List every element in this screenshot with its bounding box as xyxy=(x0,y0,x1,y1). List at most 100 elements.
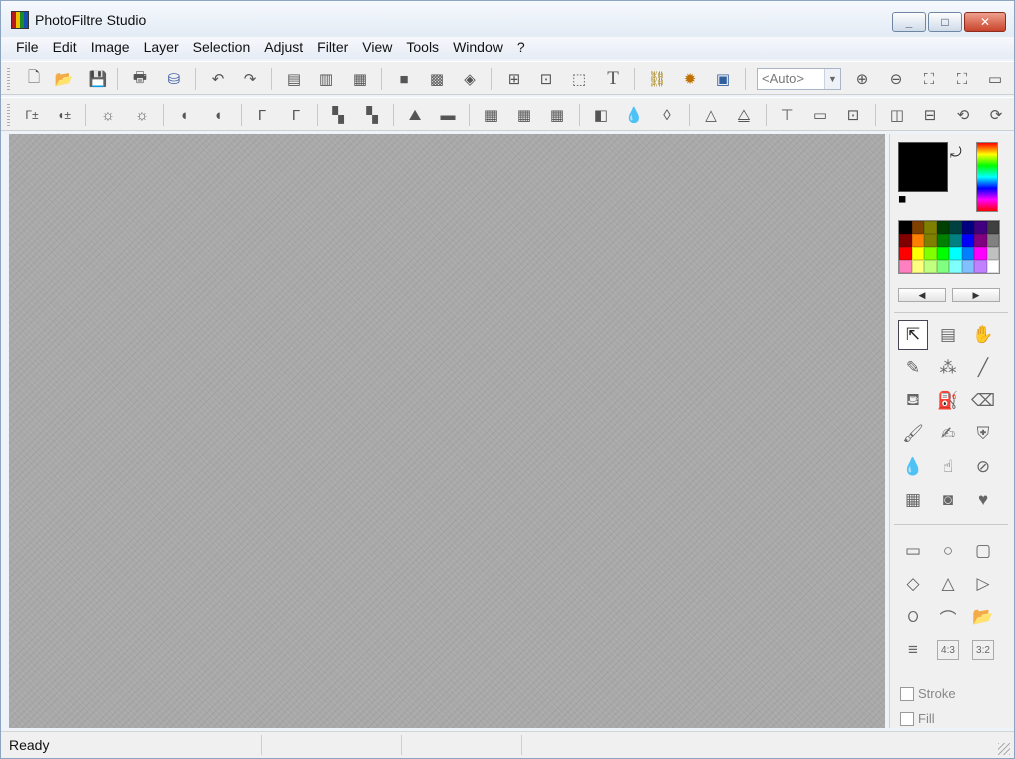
redo-icon[interactable]: ↷ xyxy=(239,68,261,90)
zoom-in-icon[interactable]: ⊕ xyxy=(851,68,873,90)
rotate-icon[interactable]: ⟲ xyxy=(952,104,974,126)
palette-swatch[interactable] xyxy=(961,247,974,260)
palette-swatch[interactable] xyxy=(949,247,962,260)
rotate-free-icon[interactable]: ⟳ xyxy=(985,104,1007,126)
lasso-icon[interactable]: ଠ xyxy=(898,602,928,632)
palette-swatch[interactable] xyxy=(911,260,924,273)
actual-size-icon[interactable]: ⛶ xyxy=(951,68,973,90)
smudge-icon[interactable]: ☝ xyxy=(933,452,963,482)
palette-swatch[interactable] xyxy=(986,234,999,247)
palette-swatch[interactable] xyxy=(911,247,924,260)
diamond-icon[interactable]: ◇ xyxy=(898,569,928,599)
text-icon[interactable]: T xyxy=(602,68,624,90)
pipette-icon[interactable]: ✎ xyxy=(898,353,928,383)
triangle-icon[interactable]: △ xyxy=(933,569,963,599)
palette-swatch[interactable] xyxy=(936,234,949,247)
advanced-brush-icon[interactable]: ✍ xyxy=(933,419,963,449)
ratio-4-3-icon[interactable]: 4:3 xyxy=(937,640,959,660)
rectangle-icon[interactable]: ▭ xyxy=(898,536,928,566)
close-button[interactable]: ✕ xyxy=(964,12,1006,32)
minimize-button[interactable]: _ xyxy=(892,12,926,32)
frame-center-icon[interactable]: ⊡ xyxy=(842,104,864,126)
resize-grip[interactable] xyxy=(998,743,1010,755)
blur-drop-icon[interactable]: 💧 xyxy=(898,452,928,482)
red-eye-icon[interactable]: ⊘ xyxy=(968,452,998,482)
grayscale-icon[interactable]: ⛰ xyxy=(404,104,426,126)
menu-image[interactable]: Image xyxy=(84,37,137,59)
palette-swatch[interactable] xyxy=(949,221,962,234)
pen-tip-icon[interactable]: △ xyxy=(700,104,722,126)
layer-merge-icon[interactable]: ▦ xyxy=(349,68,371,90)
effect-icon[interactable]: ◈ xyxy=(459,68,481,90)
maximize-button[interactable]: □ xyxy=(928,12,962,32)
fit-icon[interactable]: ⛶ xyxy=(918,68,940,90)
explorer-icon[interactable]: ⛓ xyxy=(646,68,668,90)
scan-icon[interactable]: ⛁ xyxy=(163,68,185,90)
palette-swatch[interactable] xyxy=(986,260,999,273)
line-icon[interactable]: ╱ xyxy=(968,353,998,383)
canvas-size-icon[interactable]: ⊡ xyxy=(535,68,557,90)
toolbar-grip[interactable] xyxy=(7,68,10,90)
sepia-icon[interactable]: ▬ xyxy=(437,104,459,126)
palette-swatch[interactable] xyxy=(949,234,962,247)
layer-manager-icon[interactable]: ▤ xyxy=(933,320,963,350)
pattern-icon[interactable]: ▦ xyxy=(898,485,928,515)
menu-view[interactable]: View xyxy=(355,37,399,59)
frame-icon[interactable]: ■ xyxy=(393,68,415,90)
blur-icon[interactable]: ▦ xyxy=(513,104,535,126)
stroke-checkbox[interactable] xyxy=(900,686,914,701)
fill-checkbox[interactable] xyxy=(900,711,914,726)
palette-swatch[interactable] xyxy=(924,221,937,234)
palette-swatch[interactable] xyxy=(961,234,974,247)
menu-selection[interactable]: Selection xyxy=(186,37,258,59)
auto-levels-icon[interactable]: Γ± xyxy=(21,104,43,126)
palette-swatch[interactable] xyxy=(924,260,937,273)
frame-right-icon[interactable]: ▭ xyxy=(809,104,831,126)
shape-open-icon[interactable]: 📂 xyxy=(968,602,998,632)
palette-swatch[interactable] xyxy=(974,234,987,247)
palette-icon[interactable]: ✹ xyxy=(679,68,701,90)
hue-slider[interactable] xyxy=(976,142,998,212)
palette-prev-button[interactable]: ◀ xyxy=(898,288,946,302)
grid-icon[interactable]: ▩ xyxy=(426,68,448,90)
eraser-icon[interactable]: ⌫ xyxy=(968,386,998,416)
palette-swatch[interactable] xyxy=(961,260,974,273)
brush-icon[interactable]: 🖌 xyxy=(898,419,928,449)
rounded-rectangle-icon[interactable]: ▢ xyxy=(968,536,998,566)
palette-swatch[interactable] xyxy=(924,247,937,260)
foreground-color-swatch[interactable] xyxy=(898,142,948,192)
saturation-plus-icon[interactable]: ▚ xyxy=(361,104,383,126)
palette-swatch[interactable] xyxy=(986,247,999,260)
palette-next-button[interactable]: ▶ xyxy=(952,288,1000,302)
ellipse-icon[interactable]: ○ xyxy=(933,536,963,566)
saturation-minus-icon[interactable]: ▚ xyxy=(327,104,349,126)
palette-swatch[interactable] xyxy=(936,221,949,234)
palette-swatch[interactable] xyxy=(899,260,912,273)
palette-swatch[interactable] xyxy=(911,221,924,234)
stamp-icon[interactable]: ⛨ xyxy=(968,419,998,449)
palette-swatch[interactable] xyxy=(949,260,962,273)
reset-colors-icon[interactable]: ◼ xyxy=(898,194,912,206)
swap-colors-icon[interactable]: ⤾ xyxy=(950,144,962,161)
zoom-combobox[interactable]: <Auto> ▼ xyxy=(757,68,841,90)
drop-icon[interactable]: 💧 xyxy=(623,104,645,126)
menu-adjust[interactable]: Adjust xyxy=(257,37,310,59)
contrast-minus-icon[interactable]: ◖ xyxy=(173,104,195,126)
image-tube-icon[interactable]: ◙ xyxy=(933,485,963,515)
select-icon[interactable]: ⇱ xyxy=(898,320,928,350)
mirror-icon[interactable]: ◫ xyxy=(886,104,908,126)
print-icon[interactable]: 🖶 xyxy=(129,68,151,90)
layer-copy-icon[interactable]: ▤ xyxy=(283,68,305,90)
palette-swatch[interactable] xyxy=(899,221,912,234)
spray-icon[interactable]: ⛽ xyxy=(933,386,963,416)
palette-swatch[interactable] xyxy=(986,221,999,234)
menu-help[interactable]: ? xyxy=(510,37,532,59)
new-icon[interactable]: 🗋 xyxy=(23,68,45,90)
auto-contrast-icon[interactable]: ◖± xyxy=(53,104,75,126)
brightness-minus-icon[interactable]: ☼ xyxy=(97,104,119,126)
palette-swatch[interactable] xyxy=(974,247,987,260)
ratio-3-2-icon[interactable]: 3:2 xyxy=(972,640,994,660)
workspace-area[interactable] xyxy=(9,134,885,728)
polygon-lasso-icon[interactable]: ⌒ xyxy=(933,602,963,632)
menu-window[interactable]: Window xyxy=(446,37,510,59)
